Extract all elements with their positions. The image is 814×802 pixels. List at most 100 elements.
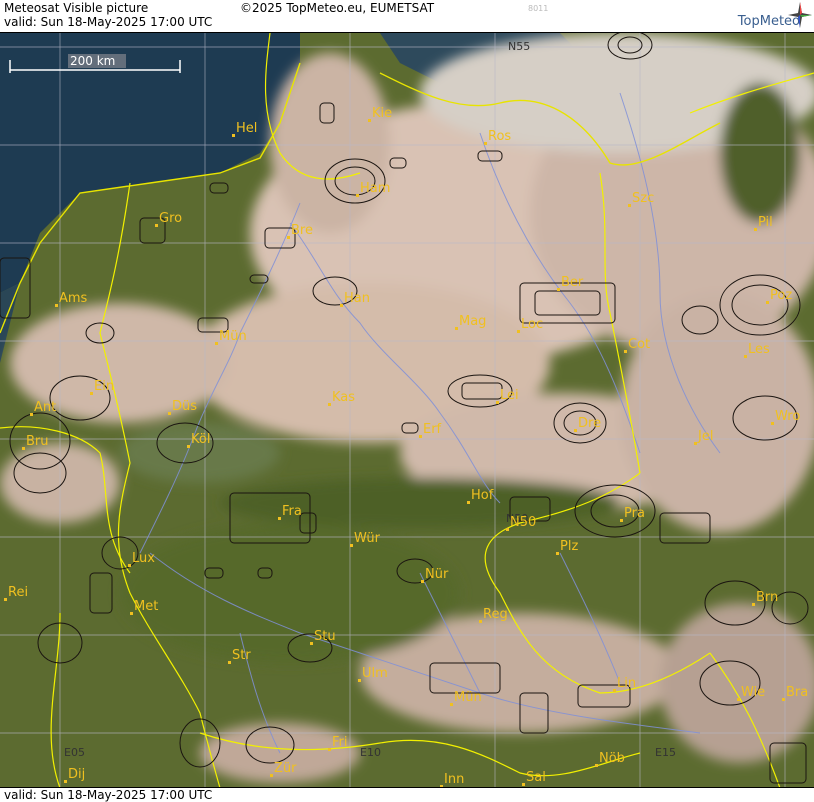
city-marker: Mün [215, 329, 247, 345]
city-label: Kie [372, 106, 392, 121]
city-label: Str [232, 648, 251, 663]
city-label: Ulm [362, 666, 388, 681]
city-label: Cot [628, 337, 650, 352]
city-marker: Hof [467, 488, 494, 504]
city-marker: Les [744, 342, 770, 358]
grid-label-e15: E15 [655, 746, 676, 759]
compass-star-icon [788, 2, 812, 28]
city-marker: Rei [4, 585, 28, 601]
city-label: Wür [354, 531, 381, 546]
city-label: Reg [483, 607, 508, 622]
city-marker: Nöb [595, 751, 625, 767]
city-label: Szc [632, 191, 654, 206]
city-label: Wie [741, 685, 765, 700]
city-label: Mün [454, 690, 482, 705]
map-title: Meteosat Visible picture [4, 1, 149, 15]
city-marker: Inn [440, 772, 464, 788]
city-marker: Lin [613, 676, 636, 692]
satellite-map[interactable]: N55 N50 E05 E10 E15 200 km Hel Kie Ros Ham S… [0, 32, 814, 788]
city-marker: Hel [232, 121, 257, 137]
city-label: Hof [471, 488, 494, 503]
city-marker: Düs [168, 399, 197, 415]
city-marker: N50 [506, 515, 536, 531]
city-label: Kas [332, 390, 355, 405]
city-marker: Lei [496, 388, 519, 404]
city-label: Köl [191, 432, 210, 447]
city-label: Ros [488, 129, 511, 144]
city-label: Bra [786, 685, 808, 700]
city-label: Fra [282, 504, 302, 519]
city-marker: Sal [522, 770, 546, 786]
city-label: Dij [68, 767, 85, 782]
city-marker: Met [130, 599, 158, 615]
city-label: Loc [521, 317, 543, 332]
city-marker: Ros [484, 129, 511, 145]
city-marker: Han [340, 291, 370, 307]
city-marker: Nür [421, 567, 449, 583]
city-marker: Szc [628, 191, 654, 207]
city-marker: Ant [30, 400, 56, 416]
city-label: Bre [291, 223, 313, 238]
map-viewer: Meteosat Visible picture valid: Sun 18-M… [0, 0, 814, 802]
city-label: Lux [132, 551, 155, 566]
city-marker: Ber [557, 275, 584, 291]
city-label: Rei [8, 585, 28, 600]
footer-bar: valid: Sun 18-May-2025 17:00 UTC [0, 787, 814, 802]
city-marker: Pra [620, 506, 645, 522]
grid-label-e05: E05 [64, 746, 85, 759]
city-label: Mag [459, 314, 486, 329]
city-marker: Kie [368, 106, 392, 122]
city-marker: Lux [128, 551, 155, 567]
image-code: 8011 [528, 4, 549, 13]
city-marker: Cot [624, 337, 650, 353]
grid-label-e10: E10 [360, 746, 381, 759]
city-label: Brn [756, 590, 778, 605]
city-label: Plz [560, 539, 578, 554]
footer-valid-time: valid: Sun 18-May-2025 17:00 UTC [4, 788, 213, 802]
satellite-image: N55 N50 E05 E10 E15 200 km Hel Kie Ros Ham S… [0, 33, 814, 788]
city-marker: Stu [310, 629, 336, 645]
city-label: Inn [444, 772, 464, 787]
valid-time: valid: Sun 18-May-2025 17:00 UTC [4, 15, 213, 29]
city-label: Poz [770, 288, 792, 303]
city-label: Wro [775, 409, 800, 424]
city-marker: Loc [517, 317, 543, 333]
city-label: Erf [423, 422, 442, 437]
city-label: Bru [26, 434, 49, 449]
city-marker: Ham [356, 181, 390, 197]
city-label: Zür [274, 761, 297, 776]
city-marker: Mag [455, 314, 486, 330]
city-label: Ant [34, 400, 56, 415]
city-marker: Ams [55, 291, 88, 307]
city-marker: Kas [328, 390, 355, 406]
city-label: Han [344, 291, 370, 306]
city-marker: Gro [155, 211, 182, 227]
city-marker: Zür [270, 761, 297, 777]
city-marker: Fra [278, 504, 302, 520]
city-label: Ein [94, 379, 114, 394]
city-marker: Poz [766, 288, 792, 304]
city-marker: Brn [752, 590, 778, 606]
city-marker: Wro [771, 409, 800, 425]
city-marker: Erf [419, 422, 442, 438]
city-label: Nöb [599, 751, 625, 766]
city-marker: Bru [22, 434, 49, 450]
city-marker: Bra [782, 685, 808, 701]
city-marker: Dre [574, 416, 601, 432]
city-label: Lei [500, 388, 519, 403]
city-marker: Plz [556, 539, 578, 555]
city-label: Lin [617, 676, 636, 691]
city-marker: Wie [737, 685, 765, 701]
city-marker: Ulm [358, 666, 388, 682]
city-label: Stu [314, 629, 336, 644]
city-label: Ber [561, 275, 584, 290]
city-label: Nür [425, 567, 449, 582]
city-label: N50 [510, 515, 536, 530]
city-label: Fri [332, 735, 348, 750]
city-label: Jel [697, 429, 713, 444]
city-label: Düs [172, 399, 197, 414]
city-label: Gro [159, 211, 182, 226]
city-label: Met [134, 599, 158, 614]
city-marker: Reg [479, 607, 508, 623]
city-marker: Dij [64, 767, 85, 783]
